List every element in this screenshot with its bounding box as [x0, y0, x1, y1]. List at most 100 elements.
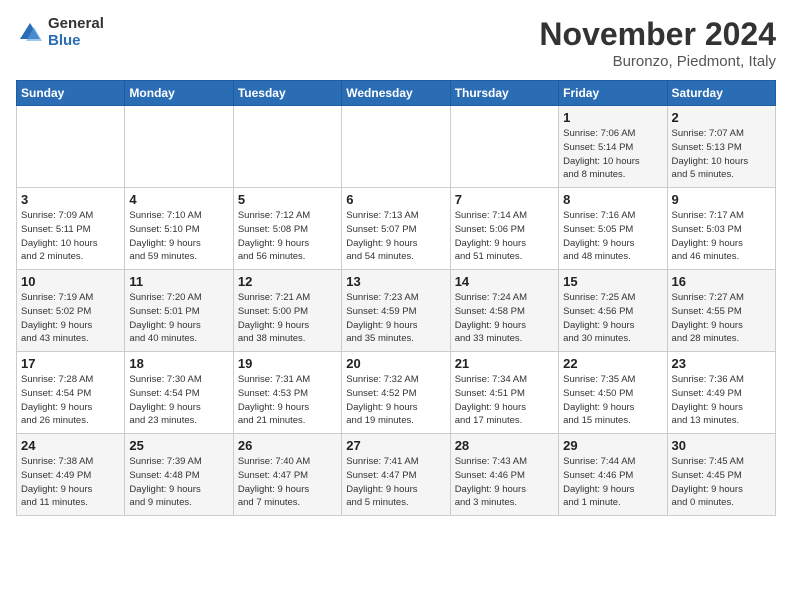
day-info: Sunrise: 7:40 AM Sunset: 4:47 PM Dayligh… — [238, 455, 337, 510]
calendar-cell: 1 Sunrise: 7:06 AM Sunset: 5:14 PM Daylig… — [559, 106, 667, 188]
day-info: Sunrise: 7:41 AM Sunset: 4:47 PM Dayligh… — [346, 455, 445, 510]
day-info: Sunrise: 7:07 AM Sunset: 5:13 PM Dayligh… — [672, 127, 771, 182]
day-info: Sunrise: 7:36 AM Sunset: 4:49 PM Dayligh… — [672, 373, 771, 428]
calendar-cell — [233, 106, 341, 188]
day-number: 19 — [238, 356, 337, 371]
calendar-cell: 25 Sunrise: 7:39 AM Sunset: 4:48 PM Dayli… — [125, 434, 233, 516]
weekday-header-friday: Friday — [559, 81, 667, 106]
day-info: Sunrise: 7:32 AM Sunset: 4:52 PM Dayligh… — [346, 373, 445, 428]
day-info: Sunrise: 7:09 AM Sunset: 5:11 PM Dayligh… — [21, 209, 120, 264]
day-number: 25 — [129, 438, 228, 453]
day-number: 14 — [455, 274, 554, 289]
calendar-cell: 11Sunrise: 7:20 AM Sunset: 5:01 PM Dayli… — [125, 270, 233, 352]
calendar-cell: 7Sunrise: 7:14 AM Sunset: 5:06 PM Daylig… — [450, 188, 558, 270]
day-info: Sunrise: 7:13 AM Sunset: 5:07 PM Dayligh… — [346, 209, 445, 264]
day-info: Sunrise: 7:16 AM Sunset: 5:05 PM Dayligh… — [563, 209, 662, 264]
calendar-cell: 24 Sunrise: 7:38 AM Sunset: 4:49 PM Dayli… — [17, 434, 125, 516]
calendar-cell — [17, 106, 125, 188]
calendar-cell: 6 Sunrise: 7:13 AM Sunset: 5:07 PM Daylig… — [342, 188, 450, 270]
day-info: Sunrise: 7:38 AM Sunset: 4:49 PM Dayligh… — [21, 455, 120, 510]
day-number: 1 — [563, 110, 662, 125]
day-number: 16 — [672, 274, 771, 289]
calendar-cell — [342, 106, 450, 188]
day-info: Sunrise: 7:17 AM Sunset: 5:03 PM Dayligh… — [672, 209, 771, 264]
day-info: Sunrise: 7:10 AM Sunset: 5:10 PM Dayligh… — [129, 209, 228, 264]
calendar-cell: 26Sunrise: 7:40 AM Sunset: 4:47 PM Dayli… — [233, 434, 341, 516]
day-info: Sunrise: 7:21 AM Sunset: 5:00 PM Dayligh… — [238, 291, 337, 346]
day-info: Sunrise: 7:30 AM Sunset: 4:54 PM Dayligh… — [129, 373, 228, 428]
calendar-cell: 22Sunrise: 7:35 AM Sunset: 4:50 PM Dayli… — [559, 352, 667, 434]
day-number: 9 — [672, 192, 771, 207]
day-number: 6 — [346, 192, 445, 207]
location: Buronzo, Piedmont, Italy — [539, 53, 776, 70]
logo: General Blue — [16, 16, 104, 49]
day-number: 3 — [21, 192, 120, 207]
day-number: 13 — [346, 274, 445, 289]
day-number: 30 — [672, 438, 771, 453]
title-block: November 2024 Buronzo, Piedmont, Italy — [539, 16, 776, 70]
day-info: Sunrise: 7:06 AM Sunset: 5:14 PM Dayligh… — [563, 127, 662, 182]
day-number: 2 — [672, 110, 771, 125]
calendar-table: SundayMondayTuesdayWednesdayThursdayFrid… — [16, 80, 776, 516]
calendar-cell: 10 Sunrise: 7:19 AM Sunset: 5:02 PM Dayli… — [17, 270, 125, 352]
weekday-header-monday: Monday — [125, 81, 233, 106]
day-number: 24 — [21, 438, 120, 453]
day-info: Sunrise: 7:19 AM Sunset: 5:02 PM Dayligh… — [21, 291, 120, 346]
day-info: Sunrise: 7:25 AM Sunset: 4:56 PM Dayligh… — [563, 291, 662, 346]
day-number: 12 — [238, 274, 337, 289]
weekday-header-tuesday: Tuesday — [233, 81, 341, 106]
calendar-cell: 15 Sunrise: 7:25 AM Sunset: 4:56 PM Dayli… — [559, 270, 667, 352]
weekday-header-wednesday: Wednesday — [342, 81, 450, 106]
calendar-week-row: 3 Sunrise: 7:09 AM Sunset: 5:11 PM Daylig… — [17, 188, 776, 270]
weekday-header-saturday: Saturday — [667, 81, 775, 106]
day-number: 11 — [129, 274, 228, 289]
calendar-cell: 28 Sunrise: 7:43 AM Sunset: 4:46 PM Dayli… — [450, 434, 558, 516]
day-number: 10 — [21, 274, 120, 289]
calendar-cell: 14Sunrise: 7:24 AM Sunset: 4:58 PM Dayli… — [450, 270, 558, 352]
calendar-cell: 8Sunrise: 7:16 AM Sunset: 5:05 PM Daylig… — [559, 188, 667, 270]
calendar-cell: 21Sunrise: 7:34 AM Sunset: 4:51 PM Dayli… — [450, 352, 558, 434]
day-number: 23 — [672, 356, 771, 371]
day-number: 17 — [21, 356, 120, 371]
calendar-cell: 29Sunrise: 7:44 AM Sunset: 4:46 PM Dayli… — [559, 434, 667, 516]
calendar-week-row: 17 Sunrise: 7:28 AM Sunset: 4:54 PM Dayli… — [17, 352, 776, 434]
calendar-cell: 17 Sunrise: 7:28 AM Sunset: 4:54 PM Dayli… — [17, 352, 125, 434]
day-info: Sunrise: 7:43 AM Sunset: 4:46 PM Dayligh… — [455, 455, 554, 510]
day-number: 28 — [455, 438, 554, 453]
day-number: 5 — [238, 192, 337, 207]
day-number: 7 — [455, 192, 554, 207]
logo-blue-text: Blue — [48, 33, 104, 50]
calendar-cell: 4 Sunrise: 7:10 AM Sunset: 5:10 PM Daylig… — [125, 188, 233, 270]
day-number: 18 — [129, 356, 228, 371]
calendar-cell: 12 Sunrise: 7:21 AM Sunset: 5:00 PM Dayli… — [233, 270, 341, 352]
calendar-cell: 18 Sunrise: 7:30 AM Sunset: 4:54 PM Dayli… — [125, 352, 233, 434]
day-info: Sunrise: 7:12 AM Sunset: 5:08 PM Dayligh… — [238, 209, 337, 264]
calendar-week-row: 1 Sunrise: 7:06 AM Sunset: 5:14 PM Daylig… — [17, 106, 776, 188]
month-title: November 2024 — [539, 16, 776, 53]
calendar-cell: 30 Sunrise: 7:45 AM Sunset: 4:45 PM Dayli… — [667, 434, 775, 516]
day-number: 15 — [563, 274, 662, 289]
day-info: Sunrise: 7:44 AM Sunset: 4:46 PM Dayligh… — [563, 455, 662, 510]
calendar-cell: 9 Sunrise: 7:17 AM Sunset: 5:03 PM Daylig… — [667, 188, 775, 270]
weekday-header-sunday: Sunday — [17, 81, 125, 106]
day-info: Sunrise: 7:39 AM Sunset: 4:48 PM Dayligh… — [129, 455, 228, 510]
day-info: Sunrise: 7:28 AM Sunset: 4:54 PM Dayligh… — [21, 373, 120, 428]
day-info: Sunrise: 7:23 AM Sunset: 4:59 PM Dayligh… — [346, 291, 445, 346]
calendar-cell: 27Sunrise: 7:41 AM Sunset: 4:47 PM Dayli… — [342, 434, 450, 516]
day-info: Sunrise: 7:27 AM Sunset: 4:55 PM Dayligh… — [672, 291, 771, 346]
logo-icon — [16, 19, 44, 47]
calendar-header-row: SundayMondayTuesdayWednesdayThursdayFrid… — [17, 81, 776, 106]
calendar-cell — [450, 106, 558, 188]
day-number: 4 — [129, 192, 228, 207]
calendar-cell: 3 Sunrise: 7:09 AM Sunset: 5:11 PM Daylig… — [17, 188, 125, 270]
day-number: 22 — [563, 356, 662, 371]
day-info: Sunrise: 7:45 AM Sunset: 4:45 PM Dayligh… — [672, 455, 771, 510]
calendar-cell: 23 Sunrise: 7:36 AM Sunset: 4:49 PM Dayli… — [667, 352, 775, 434]
weekday-header-thursday: Thursday — [450, 81, 558, 106]
calendar-week-row: 10 Sunrise: 7:19 AM Sunset: 5:02 PM Dayli… — [17, 270, 776, 352]
calendar-cell: 16 Sunrise: 7:27 AM Sunset: 4:55 PM Dayli… — [667, 270, 775, 352]
calendar-cell: 2 Sunrise: 7:07 AM Sunset: 5:13 PM Daylig… — [667, 106, 775, 188]
page-header: General Blue November 2024 Buronzo, Pied… — [16, 16, 776, 70]
calendar-cell: 5 Sunrise: 7:12 AM Sunset: 5:08 PM Daylig… — [233, 188, 341, 270]
calendar-cell: 19Sunrise: 7:31 AM Sunset: 4:53 PM Dayli… — [233, 352, 341, 434]
